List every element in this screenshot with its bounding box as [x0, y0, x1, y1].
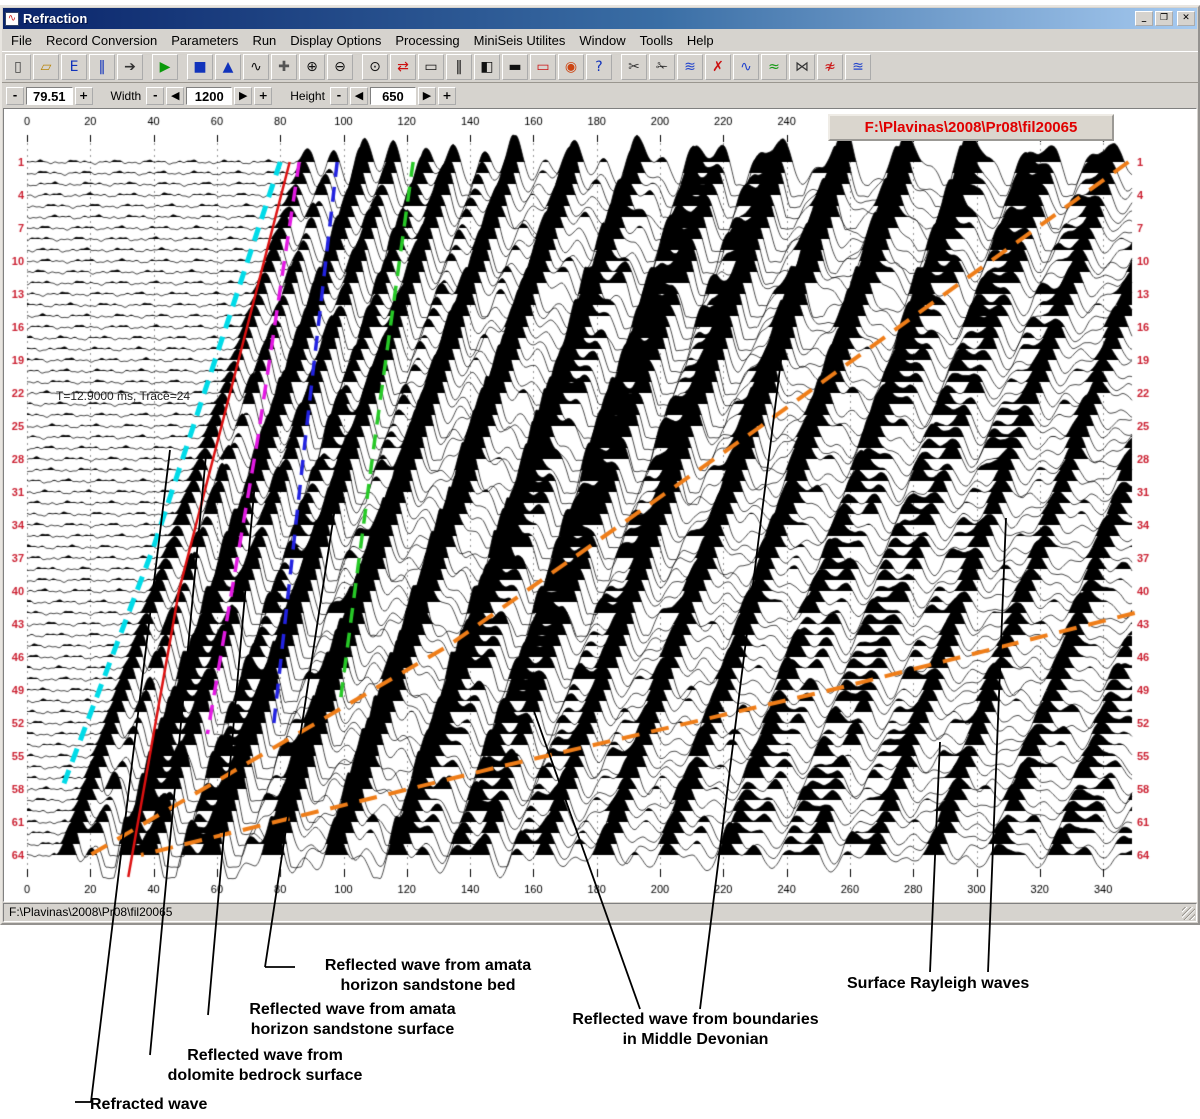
menu-item-file[interactable]: File [4, 31, 39, 50]
refraction-window: ∿ Refraction _ ❐ ✕ FileRecord Conversion… [0, 5, 1200, 925]
pan-icon[interactable]: ✚ [271, 54, 297, 80]
globe-icon[interactable]: ◉ [558, 54, 584, 80]
contrast-icon[interactable]: ◧ [474, 54, 500, 80]
mute-wave-icon[interactable]: ≋ [677, 54, 703, 80]
width-label: Width [111, 89, 142, 103]
status-bar: F:\Plavinas\2008\Pr08\fil20065 [3, 903, 1197, 922]
minimize-button[interactable]: _ [1135, 11, 1153, 26]
height-label: Height [290, 89, 325, 103]
menu-item-run[interactable]: Run [245, 31, 283, 50]
menu-item-record-conversion[interactable]: Record Conversion [39, 31, 164, 50]
stop-square-icon[interactable]: ■ [187, 54, 213, 80]
close-button[interactable]: ✕ [1177, 11, 1195, 26]
menu-item-toolls[interactable]: Toolls [633, 31, 680, 50]
seismogram-canvas[interactable] [4, 109, 1194, 901]
menu-item-display-options[interactable]: Display Options [283, 31, 388, 50]
height-plus-button[interactable]: + [438, 87, 456, 105]
app-icon: ∿ [5, 12, 19, 26]
kill-trace-icon[interactable]: ✗ [705, 54, 731, 80]
help-icon[interactable]: ? [586, 54, 612, 80]
annotation-amata-surface: Reflected wave from amata horizon sandst… [210, 1000, 495, 1039]
zoom-reset-icon[interactable]: ⊙ [362, 54, 388, 80]
gain-field[interactable]: 79.51 [26, 87, 73, 105]
run-icon[interactable]: ▶ [152, 54, 178, 80]
spectrum-icon[interactable]: ∿ [733, 54, 759, 80]
resize-grip[interactable] [1182, 907, 1195, 920]
width-minus-button[interactable]: - [146, 87, 164, 105]
fill-icon[interactable]: ▬ [502, 54, 528, 80]
red-frame-icon[interactable]: ▭ [530, 54, 556, 80]
edit-e-icon[interactable]: E [61, 54, 87, 80]
screen: ∿ Refraction _ ❐ ✕ FileRecord Conversion… [0, 0, 1200, 1119]
cut-icon[interactable]: ✂ [621, 54, 647, 80]
title-bar[interactable]: ∿ Refraction _ ❐ ✕ [3, 8, 1197, 29]
menu-item-window[interactable]: Window [572, 31, 632, 50]
cut-trace-icon[interactable]: ✁ [649, 54, 675, 80]
new-file-icon[interactable]: ▯ [5, 54, 31, 80]
wiggle-icon[interactable]: ∿ [243, 54, 269, 80]
width-plus-button[interactable]: + [254, 87, 272, 105]
menu-item-miniseis-utilites[interactable]: MiniSeis Utilites [467, 31, 573, 50]
pause-display-icon[interactable]: ‖ [446, 54, 472, 80]
crossplot-icon[interactable]: ⋈ [789, 54, 815, 80]
gain-plus-button[interactable]: + [75, 87, 93, 105]
menu-bar: FileRecord ConversionParametersRunDispla… [2, 30, 1198, 51]
file-label: F:\Plavinas\2008\Pr08\fil20065 [828, 114, 1114, 141]
height-next-button[interactable]: ▶ [418, 87, 436, 105]
normal-view-icon[interactable]: ▭ [418, 54, 444, 80]
gain-minus-button[interactable]: - [6, 87, 24, 105]
menu-item-help[interactable]: Help [680, 31, 721, 50]
open-folder-icon[interactable]: ▱ [33, 54, 59, 80]
window-title: Refraction [23, 11, 1133, 26]
maximize-button[interactable]: ❐ [1155, 11, 1173, 26]
stack-icon[interactable]: ≊ [845, 54, 871, 80]
zoom-in-icon[interactable]: ⊕ [299, 54, 325, 80]
filter-icon[interactable]: ≈ [761, 54, 787, 80]
param-bar: - 79.51 + Width - ◀ 1200 ▶ + Height - ◀ … [2, 83, 1198, 108]
height-field[interactable]: 650 [370, 87, 416, 105]
plot-area[interactable]: F:\Plavinas\2008\Pr08\fil20065 T=12.9000… [3, 108, 1197, 902]
width-prev-button[interactable]: ◀ [166, 87, 184, 105]
export-icon[interactable]: ➔ [117, 54, 143, 80]
menu-item-parameters[interactable]: Parameters [164, 31, 245, 50]
zoom-out-icon[interactable]: ⊖ [327, 54, 353, 80]
cursor-readout: T=12.9000 ms, Trace=24 [56, 389, 190, 403]
annotation-amata-bed: Reflected wave from amata horizon sandst… [293, 956, 563, 995]
swap-icon[interactable]: ⇄ [390, 54, 416, 80]
annotation-middle-devonian: Reflected wave from boundaries in Middle… [543, 1010, 848, 1049]
menu-item-processing[interactable]: Processing [388, 31, 466, 50]
velocity-icon[interactable]: ≉ [817, 54, 843, 80]
width-next-button[interactable]: ▶ [234, 87, 252, 105]
width-field[interactable]: 1200 [186, 87, 232, 105]
pause-icon[interactable]: ‖ [89, 54, 115, 80]
height-minus-button[interactable]: - [330, 87, 348, 105]
annotation-rayleigh: Surface Rayleigh waves [847, 974, 1029, 994]
toolbar: ▯▱E‖➔▶■▲∿✚⊕⊖⊙⇄▭‖◧▬▭◉?✂✁≋✗∿≈⋈≉≊ [2, 51, 1198, 83]
status-text: F:\Plavinas\2008\Pr08\fil20065 [9, 905, 172, 919]
height-prev-button[interactable]: ◀ [350, 87, 368, 105]
annotation-refracted-wave: Refracted wave [90, 1095, 207, 1115]
amplitude-icon[interactable]: ▲ [215, 54, 241, 80]
annotation-dolomite: Reflected wave from dolomite bedrock sur… [145, 1046, 385, 1085]
